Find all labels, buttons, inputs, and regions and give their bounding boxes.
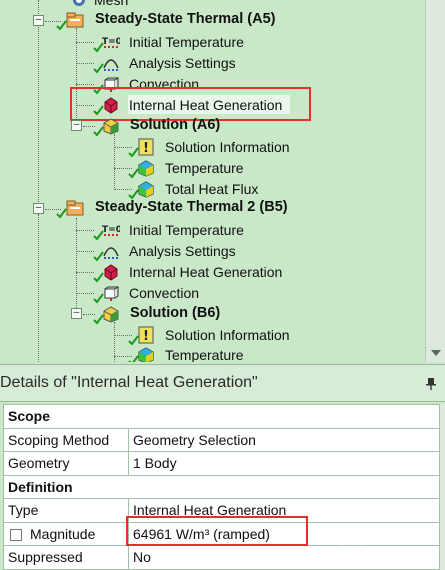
- highlight-box: [126, 516, 308, 546]
- tree-item-label: Internal Heat Generation: [129, 264, 283, 280]
- tree-item-label: Mesh: [94, 0, 129, 8]
- details-title: Details of "Internal Heat Generation": [0, 374, 258, 391]
- section-row-scope[interactable]: Scope: [3, 404, 440, 429]
- tree-item-label: Initial Temperature: [129, 222, 244, 238]
- tree-item-label: Steady-State Thermal 2 (B5): [95, 199, 288, 215]
- collapse-a5-toggle[interactable]: –: [33, 15, 44, 26]
- property-name-magnitude: Magnitude: [3, 521, 129, 546]
- details-scrollbar[interactable]: [440, 404, 445, 570]
- parameter-checkbox[interactable]: [10, 529, 22, 542]
- tree-item-label: Steady-State Thermal (A5): [95, 11, 276, 27]
- property-row-scoping-method[interactable]: Scoping Method Geometry Selection: [3, 427, 440, 452]
- tree-item-label: Temperature: [165, 347, 244, 362]
- collapse-solution-b6-toggle[interactable]: –: [71, 308, 82, 319]
- tree-item-solution-information[interactable]: ! Solution Information: [128, 137, 308, 158]
- tree-item-label: Solution (A6): [130, 117, 221, 133]
- details-header: Details of "Internal Heat Generation": [0, 364, 445, 402]
- solution-information-icon: !: [138, 326, 154, 344]
- tree-item-label: Solution Information: [165, 139, 290, 155]
- property-name: Scoping Method: [3, 427, 129, 452]
- tree-item-temperature[interactable]: Temperature: [128, 158, 308, 179]
- convection-icon: [104, 286, 119, 301]
- tree-item-total-heat-flux[interactable]: Total Heat Flux: [128, 179, 308, 200]
- tree-item-label: Convection: [129, 285, 200, 301]
- internal-heat-generation-icon: [104, 264, 118, 281]
- tree-item-label: Temperature: [165, 160, 244, 176]
- property-row-geometry[interactable]: Geometry 1 Body: [3, 451, 440, 476]
- tree-item-analysis-settings-b5[interactable]: Analysis Settings: [93, 241, 273, 262]
- tree-item-label: Total Heat Flux: [165, 181, 259, 197]
- analysis-settings-icon: [103, 59, 119, 71]
- tree-item-initial-temperature-b5[interactable]: T=0 Initial Temperature: [93, 220, 273, 241]
- section-header-scope[interactable]: Scope: [3, 404, 440, 429]
- mesh-icon: [73, 0, 85, 6]
- watermark: [340, 520, 435, 560]
- tree-item-analysis-settings[interactable]: Analysis Settings: [93, 53, 273, 74]
- heat-flux-result-icon: [138, 181, 154, 198]
- tree-item-steady-state-b5[interactable]: Steady-State Thermal 2 (B5): [56, 198, 326, 219]
- tree-item-convection-b5[interactable]: Convection: [93, 283, 273, 304]
- property-value[interactable]: Geometry Selection: [128, 427, 440, 452]
- thermal-analysis-icon: [66, 200, 84, 216]
- collapse-solution-a6-toggle[interactable]: –: [71, 120, 82, 131]
- tree-item-temperature-b6[interactable]: Temperature: [128, 345, 308, 362]
- property-name: Geometry: [3, 451, 129, 476]
- tree-item-solution-information-b6[interactable]: ! Solution Information: [128, 325, 308, 346]
- svg-text:!: !: [143, 329, 149, 344]
- initial-temperature-icon: T=0: [102, 37, 120, 48]
- pin-icon[interactable]: [426, 378, 436, 390]
- outline-tree[interactable]: Mesh – Steady-State Thermal (A5) T=0 Ini…: [0, 0, 445, 362]
- tree-item-label: Analysis Settings: [129, 243, 236, 259]
- tree-scrollbar[interactable]: [425, 0, 445, 362]
- section-row-definition[interactable]: Definition: [3, 474, 440, 499]
- property-name: Magnitude: [30, 525, 96, 542]
- temperature-result-icon: [138, 347, 154, 362]
- scroll-down-arrow-icon[interactable]: [431, 350, 441, 356]
- solution-icon: [103, 118, 119, 135]
- tree-item-internal-heat-generation-b5[interactable]: Internal Heat Generation: [93, 262, 293, 283]
- property-name: Type: [3, 498, 129, 523]
- svg-text:T=0: T=0: [102, 37, 120, 47]
- tree-item-mesh[interactable]: Mesh: [60, 0, 210, 10]
- svg-text:!: !: [143, 141, 149, 156]
- solution-icon: [103, 306, 119, 323]
- tree-item-initial-temperature[interactable]: T=0 Initial Temperature: [93, 32, 273, 53]
- tree-item-solution-a6[interactable]: Solution (A6): [93, 116, 273, 137]
- temperature-result-icon: [138, 160, 154, 177]
- tree-item-label: Initial Temperature: [129, 34, 244, 50]
- property-name: Suppressed: [3, 545, 129, 570]
- tree-item-solution-b6[interactable]: Solution (B6): [93, 304, 273, 325]
- solution-information-icon: !: [138, 138, 154, 156]
- property-value[interactable]: 1 Body: [128, 451, 440, 476]
- tree-item-label: Analysis Settings: [129, 55, 236, 71]
- collapse-b5-toggle[interactable]: –: [33, 203, 44, 214]
- watermark-logo-icon: [341, 528, 365, 552]
- tree-item-label: Solution Information: [165, 327, 290, 343]
- analysis-settings-icon: [103, 247, 119, 259]
- tree-item-steady-state-a5[interactable]: Steady-State Thermal (A5): [56, 10, 316, 31]
- tree-item-label: Solution (B6): [130, 305, 221, 321]
- section-header-definition[interactable]: Definition: [3, 474, 440, 499]
- svg-text:T=0: T=0: [102, 225, 120, 235]
- initial-temperature-icon: T=0: [102, 225, 120, 236]
- thermal-analysis-icon: [66, 12, 84, 28]
